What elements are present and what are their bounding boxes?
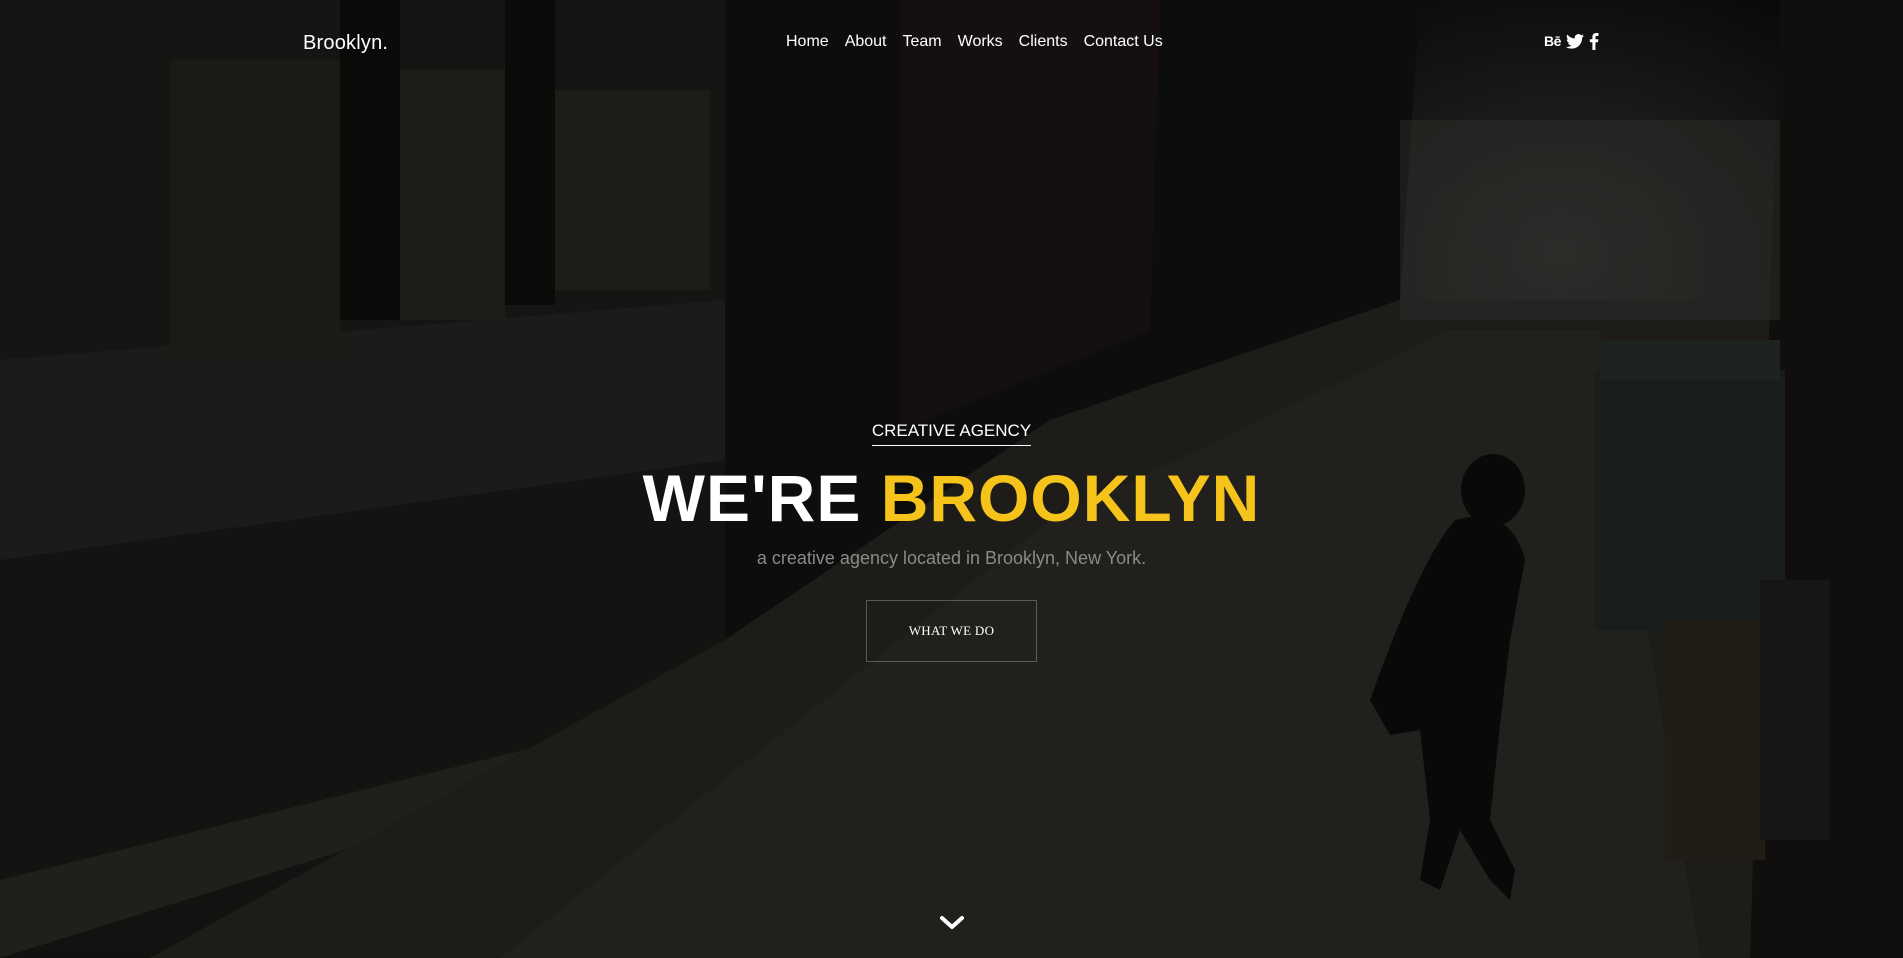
hero-kicker: CREATIVE AGENCY bbox=[0, 421, 1903, 446]
hero-subtitle: a creative agency located in Brooklyn, N… bbox=[756, 548, 1147, 568]
behance-icon[interactable]: Bē bbox=[1544, 32, 1561, 50]
chevron-down-icon[interactable] bbox=[939, 914, 965, 932]
facebook-icon[interactable] bbox=[1589, 32, 1599, 50]
twitter-icon[interactable] bbox=[1565, 32, 1584, 50]
what-we-do-button[interactable]: WHAT WE DO bbox=[866, 600, 1037, 662]
nav-team[interactable]: Team bbox=[903, 33, 942, 51]
headline-accent: BROOKLYN bbox=[880, 461, 1261, 535]
headline-white: WE'RE bbox=[642, 461, 881, 535]
social-links: Bē bbox=[1544, 32, 1599, 50]
main-nav: Home About Team Works Clients Contact Us bbox=[786, 33, 1163, 51]
nav-home[interactable]: Home bbox=[786, 33, 829, 51]
brand-logo[interactable]: Brooklyn. bbox=[303, 32, 388, 55]
hero-section: Brooklyn. Home About Team Works Clients … bbox=[0, 0, 1903, 958]
kicker-text: CREATIVE AGENCY bbox=[871, 421, 1032, 446]
nav-clients[interactable]: Clients bbox=[1019, 33, 1068, 51]
nav-contact-us[interactable]: Contact Us bbox=[1084, 33, 1163, 51]
hero-headline: WE'RE BROOKLYN bbox=[0, 462, 1903, 534]
nav-works[interactable]: Works bbox=[958, 33, 1003, 51]
nav-about[interactable]: About bbox=[845, 33, 887, 51]
